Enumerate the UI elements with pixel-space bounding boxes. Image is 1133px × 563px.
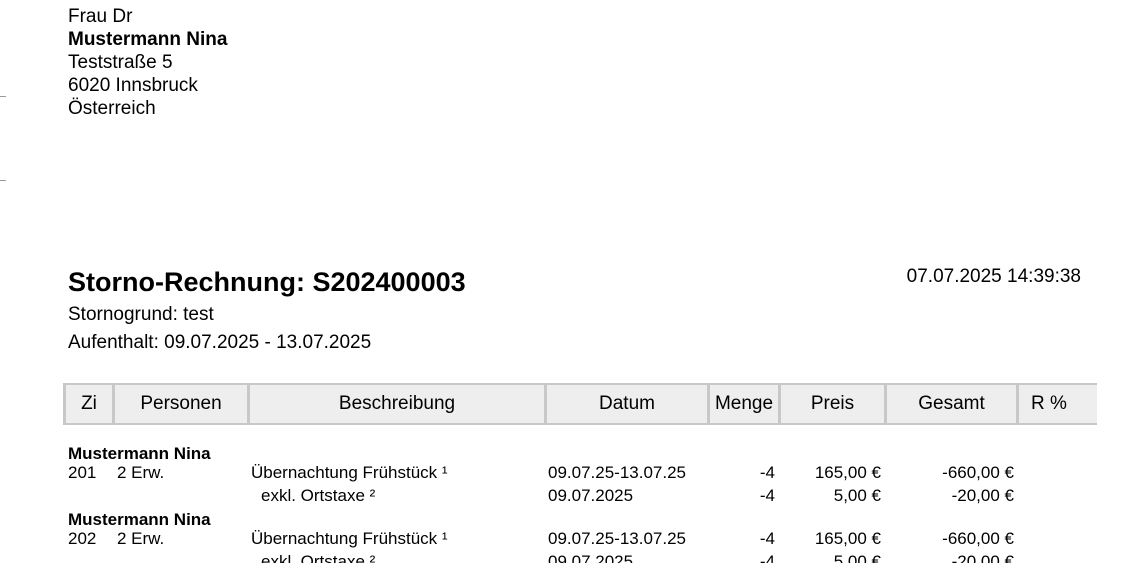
fold-mark: [0, 180, 6, 181]
column-header-datum: Datum: [544, 383, 709, 425]
recipient-city: 6020 Innsbruck: [68, 75, 198, 96]
recipient-name: Mustermann Nina: [68, 29, 228, 50]
quantity: -4: [759, 529, 775, 548]
table-row: exkl. Ortstaxe ² 09.07.2025 -4 5,00 € -2…: [0, 485, 1133, 507]
date: 09.07.2025: [548, 552, 634, 563]
table-row: 201 2 Erw. Übernachtung Frühstück ¹ 09.0…: [0, 462, 1133, 484]
invoice-datetime: 07.07.2025 14:39:38: [906, 266, 1081, 287]
invoice-title: Storno-Rechnung: S202400003: [68, 267, 466, 297]
price: 5,00 €: [833, 552, 881, 563]
total: -660,00 €: [942, 529, 1014, 548]
column-header-rabatt: R %: [1016, 383, 1097, 425]
description: Übernachtung Frühstück ¹: [251, 529, 448, 548]
column-header-gesamt: Gesamt: [884, 383, 1018, 425]
quantity: -4: [759, 463, 775, 482]
description: exkl. Ortstaxe ²: [261, 486, 376, 505]
line-items-header: Zi Personen Beschreibung Datum Menge Pre…: [63, 383, 1097, 425]
persons: 2 Erw.: [117, 529, 165, 548]
column-header-beschreibung: Beschreibung: [247, 383, 546, 425]
description: exkl. Ortstaxe ²: [261, 552, 376, 563]
quantity: -4: [759, 486, 775, 505]
date: 09.07.2025: [548, 486, 634, 505]
date: 09.07.25-13.07.25: [548, 529, 687, 548]
room-number: 202: [68, 529, 97, 548]
column-header-preis: Preis: [778, 383, 886, 425]
guest-name: Mustermann Nina: [68, 444, 211, 463]
recipient-country: Österreich: [68, 98, 156, 119]
recipient-address: Frau Dr Mustermann Nina Teststraße 5 602…: [68, 5, 227, 120]
table-row: 202 2 Erw. Übernachtung Frühstück ¹ 09.0…: [0, 528, 1133, 550]
price: 5,00 €: [833, 486, 881, 505]
recipient-street: Teststraße 5: [68, 52, 173, 73]
total: -660,00 €: [942, 463, 1014, 482]
price: 165,00 €: [814, 529, 881, 548]
room-number: 201: [68, 463, 97, 482]
column-header-personen: Personen: [112, 383, 249, 425]
column-header-zi: Zi: [63, 383, 114, 425]
description: Übernachtung Frühstück ¹: [251, 463, 448, 482]
column-header-menge: Menge: [707, 383, 780, 425]
guest-name: Mustermann Nina: [68, 510, 211, 529]
total: -20,00 €: [951, 486, 1014, 505]
recipient-salutation: Frau Dr: [68, 6, 133, 27]
fold-mark: [0, 96, 6, 97]
price: 165,00 €: [814, 463, 881, 482]
quantity: -4: [759, 552, 775, 563]
total: -20,00 €: [951, 552, 1014, 563]
invoice-page: Frau Dr Mustermann Nina Teststraße 5 602…: [0, 0, 1133, 563]
stay-period: Aufenthalt: 09.07.2025 - 13.07.2025: [68, 332, 372, 353]
cancellation-reason: Stornogrund: test: [68, 304, 214, 325]
table-row: exkl. Ortstaxe ² 09.07.2025 -4 5,00 € -2…: [0, 551, 1133, 563]
date: 09.07.25-13.07.25: [548, 463, 687, 482]
persons: 2 Erw.: [117, 463, 165, 482]
